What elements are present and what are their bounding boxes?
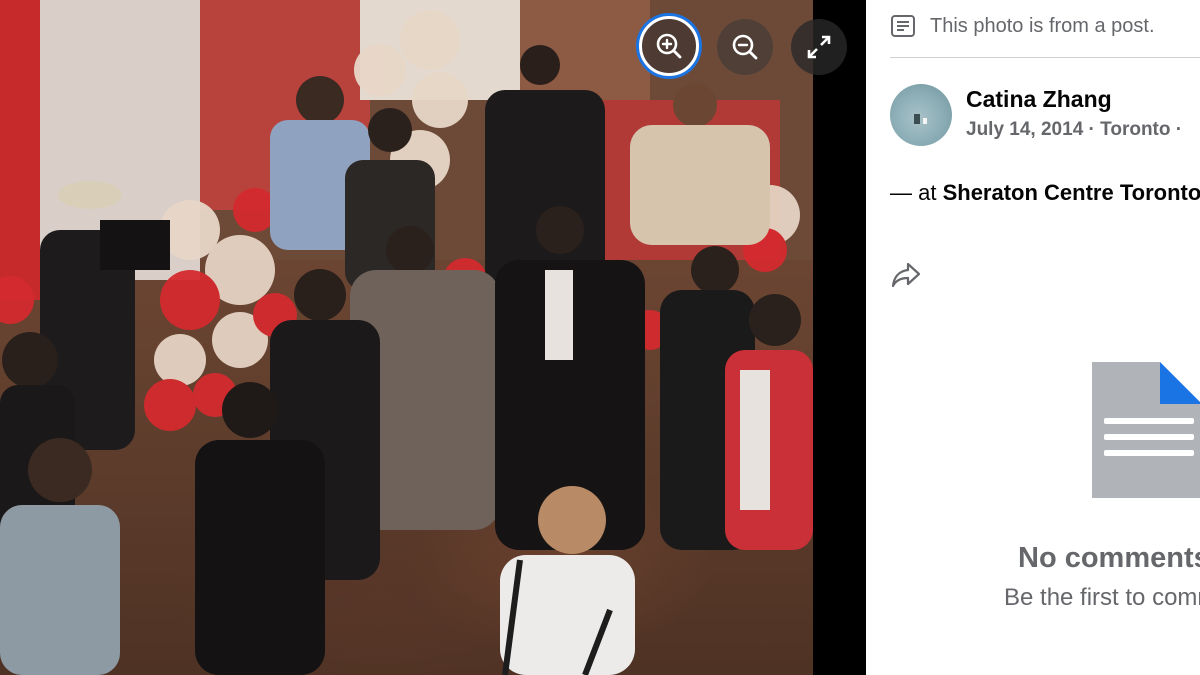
divider [890,57,1200,58]
no-comments-illustration [1092,360,1200,505]
photo-viewer [0,0,866,675]
zoom-in-button[interactable] [639,16,699,76]
photo-content [0,0,813,675]
author-name[interactable]: Catina Zhang [966,86,1112,113]
share-button[interactable] [890,258,922,290]
post-notice: This photo is from a post. [890,14,1155,38]
event-photo [0,0,813,675]
zoom-out-icon [732,34,758,60]
share-icon [891,262,921,288]
empty-state-subtitle: Be the first to comment. [1004,584,1200,611]
post-meta[interactable]: July 14, 2014 · Toronto · [966,119,1182,141]
zoom-in-icon [656,33,682,59]
location-prefix: — at [890,180,943,205]
expand-icon [807,35,831,59]
avatar[interactable] [890,84,952,146]
check-in-location: — at Sheraton Centre Toronto [890,180,1200,206]
post-details-panel: This photo is from a post. Catina Zhang … [866,0,1200,675]
document-icon [1092,362,1200,498]
post-text-icon [890,14,916,38]
post-notice-text[interactable]: This photo is from a post. [930,15,1155,38]
location-link[interactable]: Sheraton Centre Toronto [943,180,1200,205]
empty-state-title: No comments [1018,542,1200,574]
zoom-out-button[interactable] [717,19,773,75]
fullscreen-button[interactable] [791,19,847,75]
